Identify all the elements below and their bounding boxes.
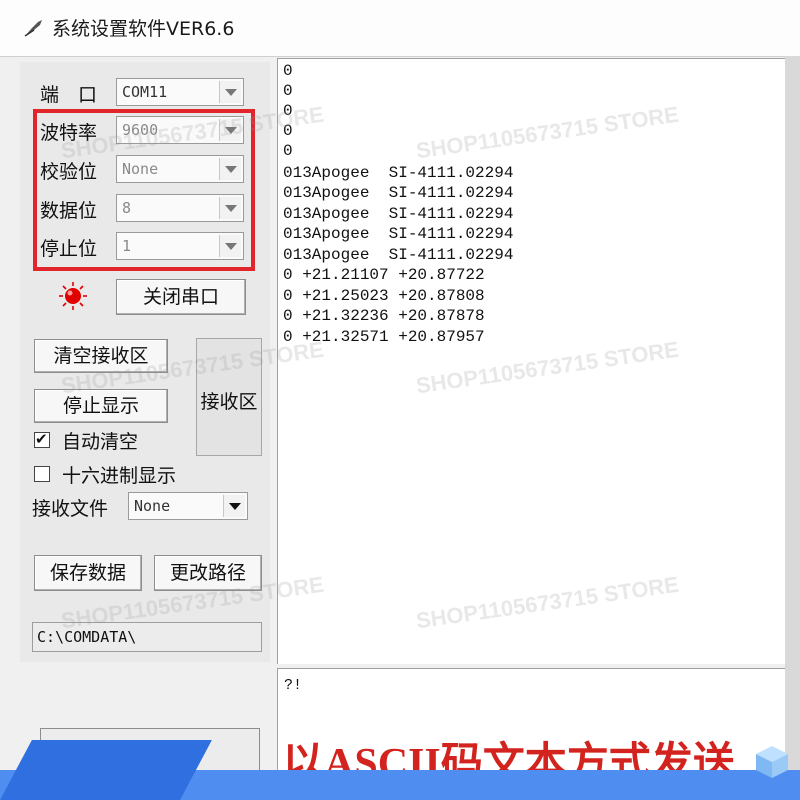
send-textarea[interactable]: ?! 以ASCII码文本方式发送 xyxy=(277,668,785,770)
title-bar: 系统设置软件VER6.6 xyxy=(0,0,800,57)
hex-display-label: 十六进制显示 xyxy=(62,465,177,487)
receive-line: 0 xyxy=(283,62,293,80)
chevron-down-icon[interactable] xyxy=(223,495,245,517)
receive-file-value: None xyxy=(134,497,171,515)
receive-area-label: 接收区 xyxy=(200,391,258,413)
check-icon: ✔ xyxy=(35,430,48,448)
receive-line: 0 xyxy=(283,142,293,160)
receive-line: 0 +21.25023 +20.87808 xyxy=(283,287,485,305)
receive-line: 013Apogee SI-4111.02294 xyxy=(283,205,514,223)
cube-icon xyxy=(756,746,788,778)
receive-line: 013Apogee SI-4111.02294 xyxy=(283,225,514,243)
port-value: COM11 xyxy=(122,83,168,101)
chevron-down-icon[interactable] xyxy=(219,81,241,103)
app-window: 系统设置软件VER6.6 端 口 COM11 波特率 9600 校验位 None… xyxy=(0,0,800,800)
hex-display-checkbox[interactable] xyxy=(34,466,50,482)
receive-line: 0 +21.32236 +20.87878 xyxy=(283,307,485,325)
bottom-decoration xyxy=(0,740,800,800)
receive-line: 013Apogee SI-4111.02294 xyxy=(283,246,514,264)
receive-line: 013Apogee SI-4111.02294 xyxy=(283,184,514,202)
receive-file-select[interactable]: None xyxy=(128,492,248,520)
receive-line: 013Apogee SI-4111.02294 xyxy=(283,164,514,182)
send-typed-text: ?! xyxy=(284,677,303,694)
save-data-button[interactable]: 保存数据 xyxy=(34,555,142,591)
send-mode-caption: 以ASCII码文本方式发送 xyxy=(282,741,735,770)
receive-line: 0 +21.21107 +20.87722 xyxy=(283,266,485,284)
port-select[interactable]: COM11 xyxy=(116,78,244,106)
receive-file-label: 接收文件 xyxy=(32,498,109,520)
window-right-edge xyxy=(785,56,800,776)
close-port-button[interactable]: 关闭串口 xyxy=(116,279,246,315)
auto-clear-label: 自动清空 xyxy=(62,431,139,453)
receive-line: 0 xyxy=(283,82,293,100)
auto-clear-checkbox[interactable]: ✔ xyxy=(34,430,50,448)
window-title: 系统设置软件VER6.6 xyxy=(52,18,235,40)
port-label: 端 口 xyxy=(40,84,98,106)
feather-icon xyxy=(24,20,42,37)
status-led-icon xyxy=(59,282,87,310)
stop-display-button[interactable]: 停止显示 xyxy=(34,389,168,423)
decor-shape xyxy=(0,740,212,800)
